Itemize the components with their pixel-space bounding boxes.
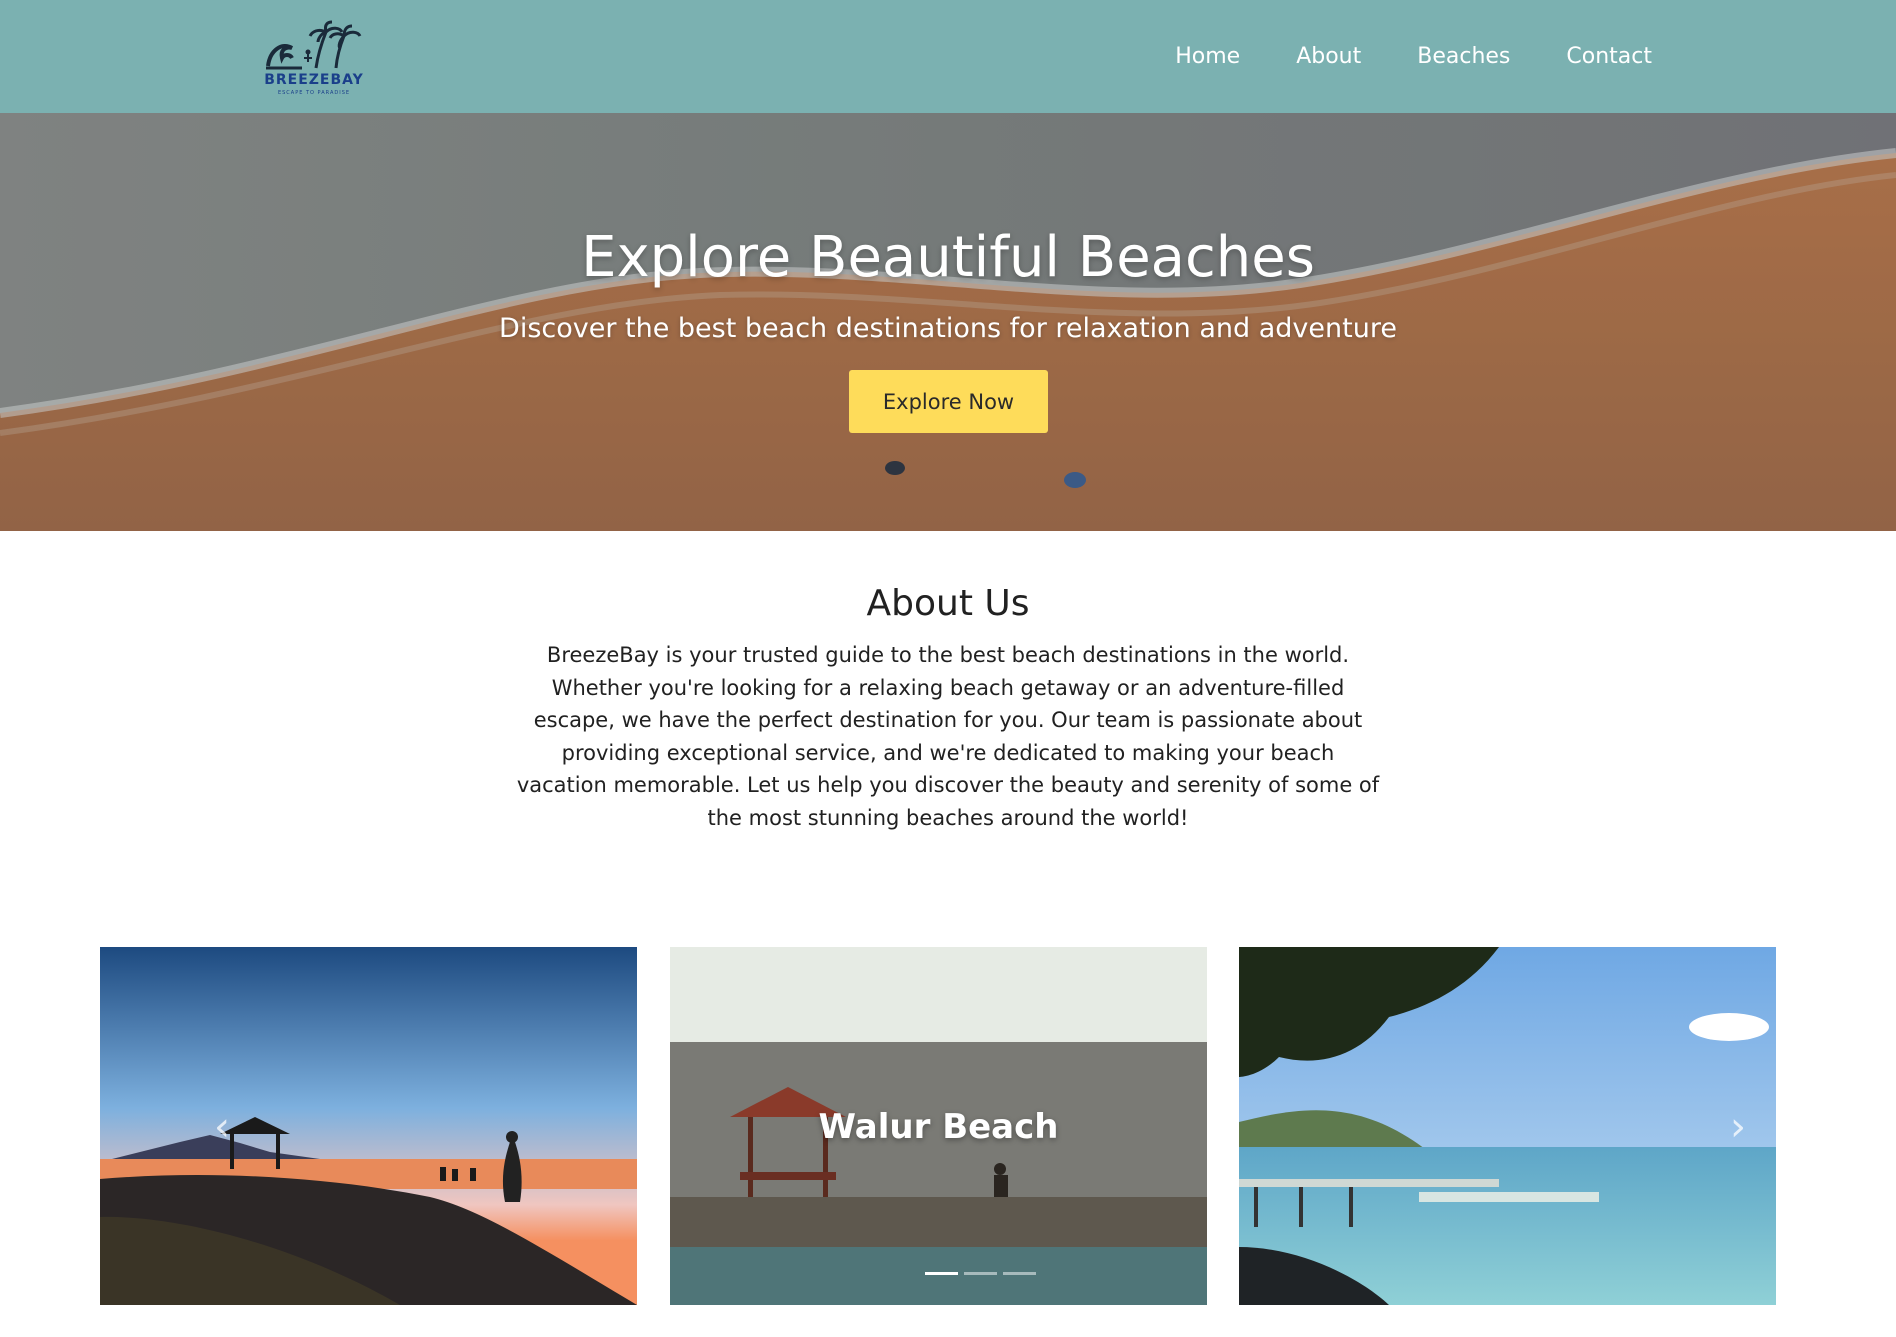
nav-beaches-link[interactable]: Beaches <box>1417 44 1510 69</box>
nav-contact-link[interactable]: Contact <box>1566 44 1652 69</box>
chevron-left-icon: ‹ <box>214 1104 230 1150</box>
brand-logo[interactable]: BREEZEBAY ESCAPE TO PARADISE <box>264 20 364 96</box>
carousel-caption: Walur Beach <box>818 1107 1059 1147</box>
about-line: escape, we have the perfect destination … <box>533 708 1363 732</box>
explore-now-button[interactable]: Explore Now <box>849 370 1048 433</box>
carousel-slide-walur: Walur Beach <box>670 947 1207 1305</box>
about-title: About Us <box>866 583 1030 624</box>
about-line: the most stunning beaches around the wor… <box>707 805 1189 830</box>
navbar: BREEZEBAY ESCAPE TO PARADISE Home About … <box>0 0 1896 113</box>
carousel-slide-sunset <box>100 947 637 1305</box>
hero-subtitle: Discover the best beach destinations for… <box>499 313 1397 344</box>
carousel-indicator-1[interactable] <box>925 1272 958 1275</box>
nav-about-link[interactable]: About <box>1296 44 1361 69</box>
chevron-right-icon: › <box>1730 1104 1746 1150</box>
hero-section: Explore Beautiful Beaches Discover the b… <box>0 113 1896 531</box>
about-line: BreezeBay is your trusted guide to the b… <box>546 643 1350 667</box>
carousel-indicators <box>925 1272 1036 1275</box>
pier-beach-image <box>1239 947 1776 1305</box>
about-line: providing exceptional service, and we're… <box>561 740 1335 765</box>
sunset-beach-image <box>100 947 637 1305</box>
beach-carousel: Walur Beach ‹ › <box>100 947 1776 1305</box>
about-text: BreezeBay is your trusted guide to the b… <box>498 639 1398 834</box>
nav-home-link[interactable]: Home <box>1175 44 1240 69</box>
palm-wave-logo-icon <box>266 20 362 70</box>
carousel-prev-button[interactable]: ‹ <box>202 1102 242 1152</box>
carousel-next-button[interactable]: › <box>1718 1102 1758 1152</box>
about-line: vacation memorable. Let us help you disc… <box>516 773 1380 797</box>
brand-tagline: ESCAPE TO PARADISE <box>277 90 351 96</box>
about-line: Whether you're looking for a relaxing be… <box>551 675 1345 700</box>
carousel-slide-pier <box>1239 947 1776 1305</box>
hero-title: Explore Beautiful Beaches <box>581 225 1315 290</box>
brand-name: BREEZEBAY <box>264 72 364 88</box>
main-nav: Home About Beaches Contact <box>1175 0 1652 113</box>
carousel-indicator-2[interactable] <box>964 1272 997 1275</box>
carousel-indicator-3[interactable] <box>1003 1272 1036 1275</box>
